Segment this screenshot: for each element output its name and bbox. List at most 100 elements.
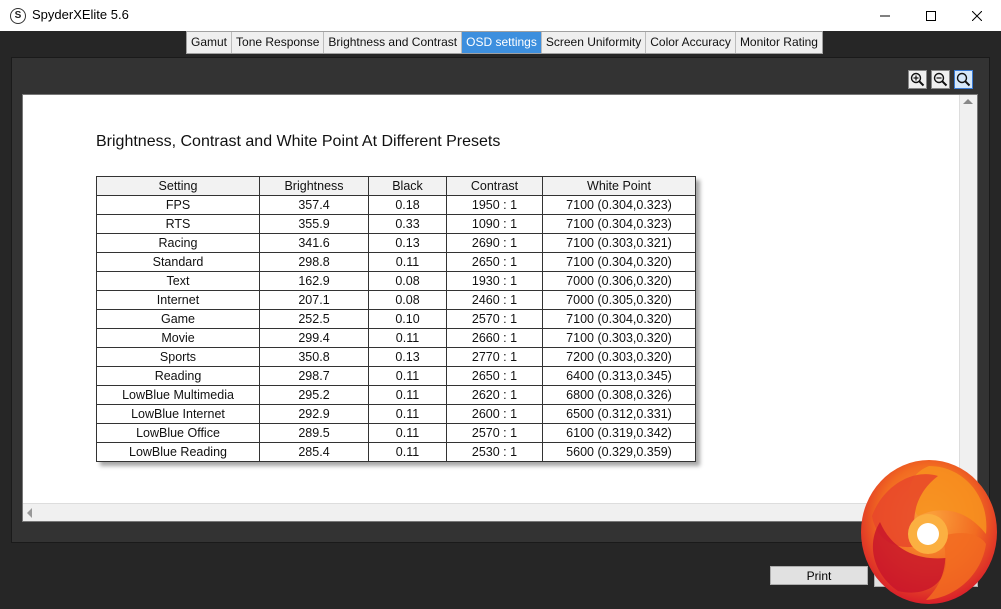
- zoom-controls: [908, 70, 973, 89]
- tab-brightness-contrast[interactable]: Brightness and Contrast: [324, 32, 463, 53]
- tab-color-accuracy[interactable]: Color Accuracy: [646, 32, 736, 53]
- report-viewer: Brightness, Contrast and White Point At …: [22, 94, 978, 522]
- cell-brightness: 355.9: [259, 214, 369, 234]
- table-row: Standard 298.8 0.11 2650 : 1 7100 (0.304,0.3…: [96, 252, 696, 272]
- tab-osd-settings[interactable]: OSD settings: [462, 32, 542, 53]
- table-row: Game 252.5 0.10 2570 : 1 7100 (0.304,0.320): [96, 309, 696, 329]
- horizontal-scrollbar[interactable]: [23, 503, 961, 521]
- close-button[interactable]: [954, 0, 1000, 31]
- cell-brightness: 298.7: [259, 366, 369, 386]
- column-header-setting: Setting: [96, 176, 260, 196]
- cell-setting: LowBlue Reading: [96, 442, 260, 462]
- cell-setting: Sports: [96, 347, 260, 367]
- table-row: FPS 357.4 0.18 1950 : 1 7100 (0.304,0.323): [96, 195, 696, 215]
- table-body: FPS 357.4 0.18 1950 : 1 7100 (0.304,0.323) RT…: [96, 195, 696, 462]
- cell-brightness: 341.6: [259, 233, 369, 253]
- table-row: Racing 341.6 0.13 2690 : 1 7100 (0.303,0.321…: [96, 233, 696, 253]
- table-row: LowBlue Internet 292.9 0.11 2600 : 1 6500 (0…: [96, 404, 696, 424]
- zoom-out-button[interactable]: [931, 70, 950, 89]
- cell-setting: Reading: [96, 366, 260, 386]
- cell-contrast: 2690 : 1: [446, 233, 543, 253]
- cell-black: 0.11: [368, 366, 447, 386]
- cell-white-point: 7200 (0.303,0.320): [542, 347, 696, 367]
- tab-screen-uniformity[interactable]: Screen Uniformity: [541, 32, 647, 53]
- scroll-left-arrow-icon[interactable]: [27, 508, 32, 518]
- table-row: LowBlue Multimedia 295.2 0.11 2620 : 1 6800 …: [96, 385, 696, 405]
- cell-brightness: 162.9: [259, 271, 369, 291]
- cell-black: 0.10: [368, 309, 447, 329]
- cell-white-point: 6400 (0.313,0.345): [542, 366, 696, 386]
- cell-setting: Game: [96, 309, 260, 329]
- cell-white-point: 5600 (0.329,0.359): [542, 442, 696, 462]
- cell-black: 0.13: [368, 233, 447, 253]
- zoom-in-button[interactable]: [908, 70, 927, 89]
- cell-brightness: 357.4: [259, 195, 369, 215]
- cell-brightness: 207.1: [259, 290, 369, 310]
- cell-black: 0.08: [368, 271, 447, 291]
- report-title: Brightness, Contrast and White Point At …: [96, 133, 501, 150]
- column-header-black: Black: [368, 176, 447, 196]
- cell-contrast: 2530 : 1: [446, 442, 543, 462]
- cell-black: 0.11: [368, 423, 447, 443]
- cell-contrast: 2650 : 1: [446, 366, 543, 386]
- minimize-button[interactable]: [862, 0, 908, 31]
- maximize-button[interactable]: [908, 0, 954, 31]
- minimize-icon: [880, 15, 890, 16]
- cell-brightness: 299.4: [259, 328, 369, 348]
- cell-setting: RTS: [96, 214, 260, 234]
- cell-white-point: 7000 (0.305,0.320): [542, 290, 696, 310]
- table-row: RTS 355.9 0.33 1090 : 1 7100 (0.304,0.323): [96, 214, 696, 234]
- cell-contrast: 1090 : 1: [446, 214, 543, 234]
- cell-brightness: 350.8: [259, 347, 369, 367]
- cell-brightness: 295.2: [259, 385, 369, 405]
- zoom-fit-icon: [956, 72, 971, 87]
- zoom-out-icon: [933, 72, 948, 87]
- tab-monitor-rating[interactable]: Monitor Rating: [735, 32, 822, 53]
- cell-brightness: 252.5: [259, 309, 369, 329]
- table-row: Reading 298.7 0.11 2650 : 1 6400 (0.313,0.34…: [96, 366, 696, 386]
- window-title: SpyderXElite 5.6: [32, 7, 129, 22]
- cell-setting: LowBlue Multimedia: [96, 385, 260, 405]
- cell-contrast: 2570 : 1: [446, 309, 543, 329]
- print-button[interactable]: Print: [770, 566, 868, 585]
- cell-white-point: 6800 (0.308,0.326): [542, 385, 696, 405]
- cell-black: 0.11: [368, 404, 447, 424]
- cell-setting: Internet: [96, 290, 260, 310]
- cell-brightness: 285.4: [259, 442, 369, 462]
- cell-white-point: 7100 (0.304,0.323): [542, 195, 696, 215]
- tab-tone-response[interactable]: Tone Response: [232, 32, 325, 53]
- maximize-icon: [926, 10, 936, 21]
- table-row: LowBlue Office 289.5 0.11 2570 : 1 6100 (0.3…: [96, 423, 696, 443]
- cell-black: 0.08: [368, 290, 447, 310]
- column-header-white-point: White Point: [542, 176, 696, 196]
- zoom-fit-button[interactable]: [954, 70, 973, 89]
- cell-contrast: 2770 : 1: [446, 347, 543, 367]
- cell-white-point: 6100 (0.319,0.342): [542, 423, 696, 443]
- cell-white-point: 7000 (0.306,0.320): [542, 271, 696, 291]
- cell-black: 0.11: [368, 252, 447, 272]
- cell-setting: FPS: [96, 195, 260, 215]
- tab-gamut[interactable]: Gamut: [187, 32, 233, 53]
- table-row: LowBlue Reading 285.4 0.11 2530 : 1 5600 (0.…: [96, 442, 696, 462]
- cell-contrast: 2460 : 1: [446, 290, 543, 310]
- cell-contrast: 2600 : 1: [446, 404, 543, 424]
- cell-setting: Movie: [96, 328, 260, 348]
- table-row: Sports 350.8 0.13 2770 : 1 7200 (0.303,0.320…: [96, 347, 696, 367]
- cell-setting: LowBlue Office: [96, 423, 260, 443]
- table-row: Text 162.9 0.08 1930 : 1 7000 (0.306,0.320): [96, 271, 696, 291]
- close-icon: [972, 10, 982, 21]
- cell-brightness: 298.8: [259, 252, 369, 272]
- cell-white-point: 7100 (0.304,0.320): [542, 309, 696, 329]
- column-header-brightness: Brightness: [259, 176, 369, 196]
- cell-white-point: 7100 (0.304,0.323): [542, 214, 696, 234]
- vertical-scrollbar[interactable]: [959, 95, 977, 505]
- cell-setting: Text: [96, 271, 260, 291]
- app-icon: S: [10, 8, 26, 24]
- cell-contrast: 1950 : 1: [446, 195, 543, 215]
- cell-black: 0.13: [368, 347, 447, 367]
- title-bar: S SpyderXElite 5.6: [0, 0, 1001, 31]
- cell-white-point: 7100 (0.303,0.320): [542, 328, 696, 348]
- scroll-up-arrow-icon[interactable]: [963, 99, 973, 104]
- presets-table: Setting Brightness Black Contrast White …: [96, 176, 696, 462]
- table-row: Internet 207.1 0.08 2460 : 1 7000 (0.305,0.3…: [96, 290, 696, 310]
